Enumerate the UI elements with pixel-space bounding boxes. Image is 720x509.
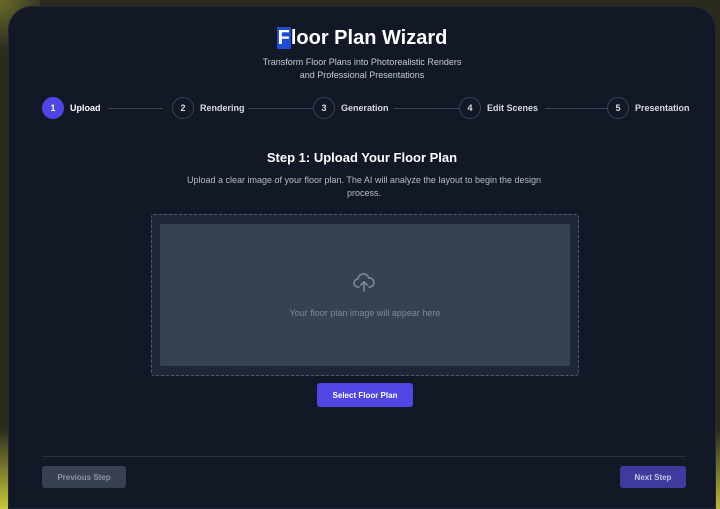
step-presentation[interactable]: 5 Presentation [607,97,690,119]
header: Floor Plan Wizard Transform Floor Plans … [9,27,715,82]
step-connector [545,108,607,109]
text-cursor-selection: F [276,27,291,49]
step-generation[interactable]: 3 Generation [313,97,389,119]
app-window: Floor Plan Wizard Transform Floor Plans … [8,6,716,509]
step-number: 4 [459,97,481,119]
page-subtitle: Transform Floor Plans into Photorealisti… [9,56,715,82]
step-number: 3 [313,97,335,119]
step-number: 2 [172,97,194,119]
step-label: Rendering [200,103,245,113]
step-label: Edit Scenes [487,103,539,113]
page-title: Floor Plan Wizard [9,27,715,50]
step-title: Step 1: Upload Your Floor Plan [266,150,458,165]
subtitle-line: and Professional Presentations [299,70,425,80]
step-rendering[interactable]: 2 Rendering [172,97,245,119]
step-description: Upload a clear image of your floor plan.… [186,175,542,198]
step-upload[interactable]: 1 Upload [42,97,101,119]
previous-step-button[interactable]: Previous Step [42,466,126,488]
page-title-text: loor Plan Wizard [290,27,448,49]
footer-divider [42,456,686,457]
upload-dropzone[interactable]: Your floor plan image will appear here [151,214,579,376]
cloud-upload-icon [353,273,375,292]
step-label: Presentation [635,103,690,113]
preview-placeholder: Your floor plan image will appear here [289,308,441,318]
subtitle-line: Transform Floor Plans into Photorealisti… [262,57,462,67]
next-step-button[interactable]: Next Step [620,466,686,488]
step-number: 5 [607,97,629,119]
step-connector [108,108,163,109]
wizard-stepper: 1 Upload 2 Rendering 3 Generation 4 Edit… [42,97,692,121]
step-label: Upload [70,103,101,113]
select-floor-plan-button[interactable]: Select Floor Plan [317,383,413,407]
image-preview-area: Your floor plan image will appear here [160,224,570,366]
step-connector [394,108,459,109]
step-number: 1 [42,97,64,119]
step-label: Generation [341,103,389,113]
step-edit-scenes[interactable]: 4 Edit Scenes [459,97,538,119]
step-connector [248,108,313,109]
